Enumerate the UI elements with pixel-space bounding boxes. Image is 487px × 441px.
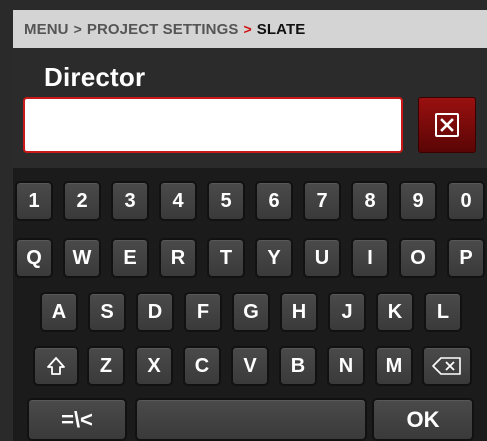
key-b[interactable]: B xyxy=(279,346,317,386)
key-p[interactable]: P xyxy=(447,238,485,278)
key-c[interactable]: C xyxy=(183,346,221,386)
key-q[interactable]: Q xyxy=(15,238,53,278)
breadcrumb-separator-active: > xyxy=(243,21,252,37)
key-9[interactable]: 9 xyxy=(399,181,437,221)
key-h[interactable]: H xyxy=(280,292,318,332)
key-z[interactable]: Z xyxy=(87,346,125,386)
key-x[interactable]: X xyxy=(135,346,173,386)
ok-key[interactable]: OK xyxy=(372,398,474,441)
breadcrumb-separator: > xyxy=(73,21,82,37)
key-0[interactable]: 0 xyxy=(447,181,485,221)
backspace-key[interactable] xyxy=(422,346,472,386)
key-s[interactable]: S xyxy=(88,292,126,332)
shift-arrow-icon xyxy=(47,357,65,375)
key-g[interactable]: G xyxy=(232,292,270,332)
breadcrumb: MENU > PROJECT SETTINGS > SLATE xyxy=(13,10,487,48)
key-j[interactable]: J xyxy=(328,292,366,332)
key-d[interactable]: D xyxy=(136,292,174,332)
key-1[interactable]: 1 xyxy=(15,181,53,221)
key-3[interactable]: 3 xyxy=(111,181,149,221)
close-box-icon xyxy=(435,113,459,137)
key-w[interactable]: W xyxy=(63,238,101,278)
space-key[interactable] xyxy=(135,398,367,441)
key-f[interactable]: F xyxy=(184,292,222,332)
key-m[interactable]: M xyxy=(375,346,413,386)
director-text-field[interactable] xyxy=(23,97,403,153)
field-label: Director xyxy=(44,62,146,92)
key-n[interactable]: N xyxy=(327,346,365,386)
key-y[interactable]: Y xyxy=(255,238,293,278)
breadcrumb-item-slate: SLATE xyxy=(256,20,306,38)
shift-key[interactable] xyxy=(33,346,79,386)
key-r[interactable]: R xyxy=(159,238,197,278)
key-7[interactable]: 7 xyxy=(303,181,341,221)
key-t[interactable]: T xyxy=(207,238,245,278)
clear-button[interactable] xyxy=(418,97,476,153)
key-o[interactable]: O xyxy=(399,238,437,278)
key-8[interactable]: 8 xyxy=(351,181,389,221)
backspace-icon xyxy=(432,357,461,375)
key-5[interactable]: 5 xyxy=(207,181,245,221)
key-2[interactable]: 2 xyxy=(63,181,101,221)
key-e[interactable]: E xyxy=(111,238,149,278)
key-l[interactable]: L xyxy=(424,292,462,332)
breadcrumb-item-menu[interactable]: MENU xyxy=(24,21,69,38)
key-a[interactable]: A xyxy=(40,292,78,332)
key-4[interactable]: 4 xyxy=(159,181,197,221)
symbols-key[interactable]: =\< xyxy=(27,398,127,441)
key-u[interactable]: U xyxy=(303,238,341,278)
breadcrumb-item-project-settings[interactable]: PROJECT SETTINGS xyxy=(87,21,239,38)
key-6[interactable]: 6 xyxy=(255,181,293,221)
key-v[interactable]: V xyxy=(231,346,269,386)
key-k[interactable]: K xyxy=(376,292,414,332)
key-i[interactable]: I xyxy=(351,238,389,278)
